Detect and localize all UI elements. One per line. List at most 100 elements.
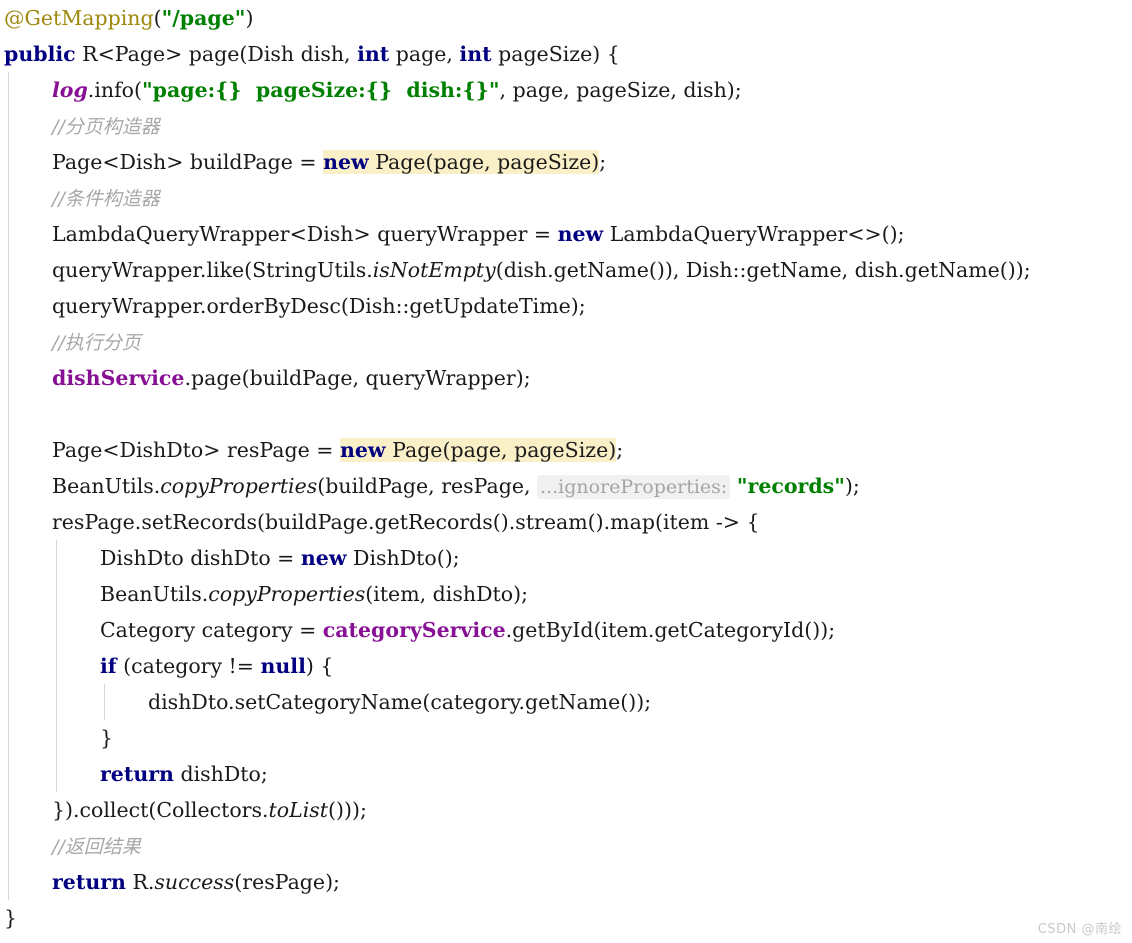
code-line-content: return R.success(resPage); (0, 864, 340, 900)
code-line[interactable]: } (0, 720, 1132, 756)
code-line[interactable]: queryWrapper.orderByDesc(Dish::getUpdate… (0, 288, 1132, 324)
code-token: "page:{} pageSize:{} dish:{}" (142, 78, 500, 102)
code-token: new (339, 438, 386, 462)
code-line[interactable]: return dishDto; (0, 756, 1132, 792)
code-line-content: //返回结果 (0, 828, 141, 865)
code-token: return (100, 762, 174, 786)
code-token: ) { (305, 654, 334, 678)
code-token: (item, dishDto); (365, 582, 528, 606)
code-token: new (300, 546, 347, 570)
code-line-content: LambdaQueryWrapper<Dish> queryWrapper = … (0, 216, 905, 252)
code-token: resPage.setRecords(buildPage.getRecords(… (52, 510, 760, 534)
code-line-content (0, 396, 59, 432)
code-line-content: dishService.page(buildPage, queryWrapper… (0, 360, 531, 396)
code-token: "records" (736, 474, 845, 498)
code-token: ())); (328, 798, 367, 822)
code-token: LambdaQueryWrapper<>(); (603, 222, 905, 246)
code-line[interactable]: }).collect(Collectors.toList())); (0, 792, 1132, 828)
code-lines-container[interactable]: @GetMapping("/page") public R<Page> page(… (0, 0, 1132, 936)
code-token: int (357, 42, 390, 66)
code-token: .info( (87, 78, 142, 102)
code-line-content: } (0, 900, 17, 936)
code-token: ...ignoreProperties: (537, 475, 731, 499)
code-token: ) (245, 6, 254, 30)
code-token: BeanUtils. (100, 582, 209, 606)
code-token: ; (599, 150, 607, 174)
code-line[interactable]: return R.success(resPage); (0, 864, 1132, 900)
code-token: DishDto dishDto = (100, 546, 301, 570)
code-token: copyProperties (208, 582, 366, 606)
code-line[interactable]: @GetMapping("/page") (0, 0, 1132, 36)
code-line[interactable]: resPage.setRecords(buildPage.getRecords(… (0, 504, 1132, 540)
code-token: isNotEmpty (372, 258, 496, 282)
code-line[interactable]: //执行分页 (0, 324, 1132, 360)
code-line[interactable]: Page<DishDto> resPage = new Page(page, p… (0, 432, 1132, 468)
code-line[interactable]: LambdaQueryWrapper<Dish> queryWrapper = … (0, 216, 1132, 252)
code-token: Category category = (100, 618, 323, 642)
code-line-content: resPage.setRecords(buildPage.getRecords(… (0, 504, 760, 540)
code-line[interactable]: DishDto dishDto = new DishDto(); (0, 540, 1132, 576)
code-token: (dish.getName()), Dish::getName, dish.ge… (495, 258, 1031, 282)
code-token: dishDto.setCategoryName(category.getName… (148, 690, 652, 714)
code-token: (category != (116, 654, 261, 678)
code-line-content: Category category = categoryService.getB… (0, 612, 835, 648)
code-line-content: dishDto.setCategoryName(category.getName… (0, 684, 651, 720)
code-token: //分页构造器 (52, 116, 160, 138)
code-token: new (323, 150, 369, 174)
code-token: (resPage); (234, 870, 340, 894)
code-line-content: } (0, 720, 113, 756)
code-token: }).collect(Collectors. (52, 798, 269, 822)
code-line-content: //执行分页 (0, 324, 141, 361)
code-line[interactable]: public R<Page> page(Dish dish, int page,… (0, 36, 1132, 72)
code-line[interactable] (0, 396, 1132, 432)
code-line-content: BeanUtils.copyProperties(buildPage, resP… (0, 468, 860, 505)
code-line-content: if (category != null) { (0, 648, 333, 684)
code-token: page, (389, 42, 460, 66)
code-line[interactable]: Category category = categoryService.getB… (0, 612, 1132, 648)
code-line-content: @GetMapping("/page") (0, 0, 253, 36)
code-token: "/page" (161, 6, 246, 30)
code-token: pageSize) { (491, 42, 620, 66)
code-token: new (557, 222, 604, 246)
code-token: copyProperties (160, 474, 318, 498)
code-token: } (100, 726, 114, 750)
code-token: Page<Dish> buildPage = (52, 150, 324, 174)
code-line[interactable]: dishDto.setCategoryName(category.getName… (0, 684, 1132, 720)
code-line[interactable]: //条件构造器 (0, 180, 1132, 216)
code-token: ( (153, 6, 162, 30)
code-line[interactable]: dishService.page(buildPage, queryWrapper… (0, 360, 1132, 396)
code-line-content: BeanUtils.copyProperties(item, dishDto); (0, 576, 528, 612)
code-token: dishDto; (173, 762, 268, 786)
code-token: LambdaQueryWrapper<Dish> queryWrapper = (52, 222, 558, 246)
code-token: Page(page, pageSize) (385, 438, 617, 462)
code-line[interactable]: log.info("page:{} pageSize:{} dish:{}", … (0, 72, 1132, 108)
code-line-content: Page<Dish> buildPage = new Page(page, pa… (0, 144, 606, 180)
code-editor[interactable]: @GetMapping("/page") public R<Page> page(… (0, 0, 1132, 943)
code-token: R. (125, 870, 155, 894)
code-line[interactable]: //分页构造器 (0, 108, 1132, 144)
code-token: .page(buildPage, queryWrapper); (184, 366, 531, 390)
code-token: //条件构造器 (52, 188, 160, 210)
code-token: int (459, 42, 492, 66)
code-line[interactable]: BeanUtils.copyProperties(item, dishDto); (0, 576, 1132, 612)
code-token: success (154, 870, 235, 894)
code-token: ); (844, 474, 860, 498)
code-token: public (4, 42, 76, 66)
code-token: , page, pageSize, dish); (499, 78, 742, 102)
code-token: .getById(item.getCategoryId()); (505, 618, 836, 642)
code-line[interactable]: //返回结果 (0, 828, 1132, 864)
code-line[interactable]: if (category != null) { (0, 648, 1132, 684)
code-token: //执行分页 (52, 332, 141, 354)
code-line[interactable]: } (0, 900, 1132, 936)
code-line-content: queryWrapper.like(StringUtils.isNotEmpty… (0, 252, 1031, 288)
code-token: toList (268, 798, 329, 822)
code-line-content: queryWrapper.orderByDesc(Dish::getUpdate… (0, 288, 586, 324)
code-line[interactable]: BeanUtils.copyProperties(buildPage, resP… (0, 468, 1132, 504)
code-line[interactable]: Page<Dish> buildPage = new Page(page, pa… (0, 144, 1132, 180)
code-token: DishDto(); (346, 546, 460, 570)
code-token: queryWrapper.like(StringUtils. (52, 258, 373, 282)
code-line[interactable]: queryWrapper.like(StringUtils.isNotEmpty… (0, 252, 1132, 288)
code-line-content: }).collect(Collectors.toList())); (0, 792, 367, 828)
code-token: null (260, 654, 306, 678)
code-line-content: log.info("page:{} pageSize:{} dish:{}", … (0, 72, 742, 108)
